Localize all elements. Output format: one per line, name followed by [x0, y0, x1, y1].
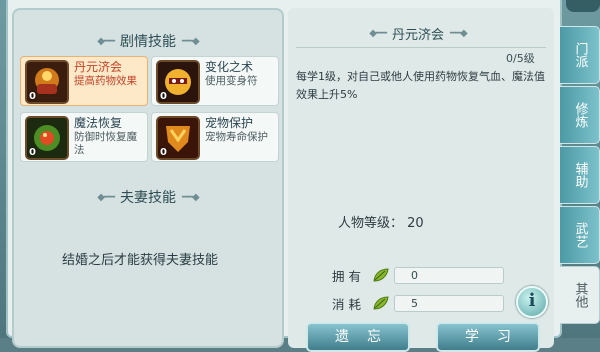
tab-menpai[interactable]: 门派 — [560, 26, 600, 84]
skill-point-icon — [373, 268, 389, 282]
skill-card-danyuan[interactable]: 0 丹元济会 提高药物效果 — [20, 56, 148, 106]
plot-skills-header: ◆━━ 剧情技能 ━━◆ — [12, 30, 284, 52]
plot-skills-title: 剧情技能 — [120, 34, 176, 50]
forget-button[interactable]: 遗忘 — [306, 322, 410, 352]
skill-card-chongwu[interactable]: 0 宠物保护 宠物寿命保护 — [151, 112, 279, 162]
tab-label: 修炼 — [572, 102, 588, 128]
cost-value: 5 — [394, 294, 504, 312]
skill-description: 每学1级，对自己或他人使用药物恢复气血、魔法值效果上升5% — [296, 70, 545, 101]
tab-wuyi[interactable]: 武艺 — [560, 206, 600, 264]
character-level-label: 人物等级： — [338, 216, 404, 231]
skill-level: 0 — [160, 147, 167, 158]
tab-label: 门派 — [572, 42, 588, 68]
skill-point-icon — [373, 296, 389, 310]
own-label: 拥有 — [332, 268, 366, 284]
spouse-skills-message: 结婚之后才能获得夫妻技能 — [62, 253, 219, 268]
ornament-right-icon: ━━◆ — [450, 27, 468, 39]
tab-fuzhu[interactable]: 辅助 — [560, 146, 600, 204]
info-button[interactable]: i — [516, 286, 548, 318]
skill-level: 0 — [160, 91, 167, 102]
cost-label: 消耗 — [332, 296, 366, 312]
ornament-left-icon: ◆━━ — [369, 27, 387, 39]
transform-mask-icon: 0 — [156, 60, 200, 104]
skill-desc: 使用变身符 — [205, 75, 258, 87]
own-value: 0 — [394, 266, 504, 284]
spouse-skills-header: ◆━━ 夫妻技能 ━━◆ — [12, 186, 284, 208]
skill-name: 变化之术 — [205, 60, 254, 74]
magic-orb-icon: 0 — [25, 116, 69, 160]
detail-divider — [296, 47, 546, 48]
skill-level: 0 — [29, 147, 36, 158]
skill-level: 0 — [29, 91, 36, 102]
tab-xiulian[interactable]: 修炼 — [560, 86, 600, 144]
learn-button[interactable]: 学习 — [436, 322, 540, 352]
skill-name: 魔法恢复 — [74, 116, 123, 130]
skill-level-count: 0/5级 — [506, 52, 535, 65]
tab-label: 辅助 — [572, 162, 588, 188]
ornament-left-icon: ◆━━ — [97, 35, 115, 47]
skill-name: 宠物保护 — [205, 116, 254, 130]
cost-row: 消耗 5 — [332, 293, 504, 313]
skill-name: 丹元济会 — [74, 60, 123, 74]
skill-desc: 防御时恢复魔法 — [74, 131, 137, 156]
character-level: 人物等级： 20 — [338, 212, 424, 231]
pill-cauldron-icon: 0 — [25, 60, 69, 104]
tab-qita[interactable]: 其他 — [560, 266, 600, 324]
pet-shield-icon: 0 — [156, 116, 200, 160]
ornament-left-icon: ◆━━ — [97, 191, 115, 203]
window-top-handle — [566, 0, 600, 12]
ornament-right-icon: ━━◆ — [182, 191, 200, 203]
info-icon: i — [528, 290, 536, 311]
skill-card-bianhua[interactable]: 0 变化之术 使用变身符 — [151, 56, 279, 106]
detail-title: 丹元济会 — [391, 27, 444, 43]
detail-header: ◆━━ 丹元济会 ━━◆ — [288, 22, 548, 44]
tab-label: 其他 — [572, 282, 588, 308]
ornament-right-icon: ━━◆ — [182, 35, 200, 47]
skill-desc: 宠物寿命保护 — [205, 131, 268, 143]
skill-desc: 提高药物效果 — [74, 75, 137, 87]
character-level-value: 20 — [407, 216, 424, 231]
spouse-skills-title: 夫妻技能 — [120, 190, 176, 206]
skill-card-mofa[interactable]: 0 魔法恢复 防御时恢复魔法 — [20, 112, 148, 162]
own-row: 拥有 0 — [332, 265, 504, 285]
tab-label: 武艺 — [572, 222, 588, 248]
